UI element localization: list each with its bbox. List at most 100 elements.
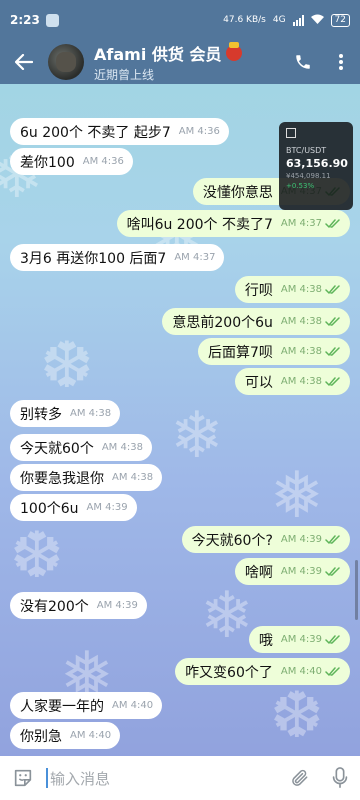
outgoing-message[interactable]: 意思前200个6u AM 4:38 bbox=[162, 308, 350, 335]
status-right: 47.6 KB/s 4G 72 bbox=[223, 13, 350, 27]
message-input-placeholder: 输入消息 bbox=[50, 769, 111, 788]
background-snowflake-icon: ❅ bbox=[270, 459, 324, 533]
status-time: 2:23 bbox=[10, 13, 40, 27]
chat-title: Afami 供货 会员 bbox=[94, 41, 284, 65]
chat-title-block[interactable]: Afami 供货 会员 近期曾上线 bbox=[94, 41, 284, 83]
message-time: AM 4:39 bbox=[280, 534, 322, 545]
read-double-check-icon bbox=[325, 346, 341, 357]
network-type: 4G bbox=[272, 15, 286, 25]
sticker-smile-icon bbox=[14, 769, 32, 787]
emoji-button[interactable] bbox=[0, 756, 46, 800]
message-time: AM 4:38 bbox=[280, 284, 322, 295]
incoming-message[interactable]: 没有200个 AM 4:39 bbox=[10, 592, 147, 619]
message-time: AM 4:36 bbox=[178, 126, 220, 137]
crown-emoji-icon bbox=[226, 42, 243, 61]
message-text: 6u 200个 不卖了 起步7 bbox=[20, 124, 171, 141]
battery-icon: 72 bbox=[330, 13, 350, 27]
incoming-message[interactable]: 今天就60个 AM 4:38 bbox=[10, 434, 152, 461]
read-double-check-icon bbox=[325, 218, 341, 229]
incoming-message[interactable]: 你别急 AM 4:40 bbox=[10, 722, 121, 749]
attach-button[interactable] bbox=[280, 756, 320, 800]
message-text: 没懂你意思 bbox=[202, 184, 273, 201]
status-bar: 2:23 47.6 KB/s 4G 72 bbox=[0, 0, 360, 40]
background-snowflake-icon: ❆ bbox=[10, 519, 64, 593]
message-time: AM 4:37 bbox=[280, 218, 322, 229]
ticker-change: +0.53% bbox=[286, 182, 315, 190]
message-time: AM 4:38 bbox=[101, 442, 143, 453]
message-text: 意思前200个6u bbox=[172, 314, 273, 331]
message-text: 3月6 再送你100 后面7 bbox=[20, 250, 167, 267]
read-double-check-icon bbox=[325, 566, 341, 577]
microphone-icon bbox=[332, 767, 348, 788]
read-double-check-icon bbox=[325, 666, 341, 677]
read-double-check-icon bbox=[325, 534, 341, 545]
call-button[interactable] bbox=[284, 40, 322, 84]
background-snowflake-icon: ❆ bbox=[270, 679, 324, 753]
background-snowflake-icon: ❆ bbox=[40, 329, 94, 403]
read-double-check-icon bbox=[325, 284, 341, 295]
incoming-message[interactable]: 人家要一年的 AM 4:40 bbox=[10, 692, 163, 719]
message-text: 人家要一年的 bbox=[20, 698, 104, 715]
message-text: 差你100 bbox=[20, 154, 75, 171]
ticker-price: 63,156.90 bbox=[286, 157, 348, 170]
message-text: 你别急 bbox=[20, 728, 62, 745]
message-time: AM 4:38 bbox=[112, 472, 154, 483]
outgoing-message[interactable]: 啥啊 AM 4:39 bbox=[234, 558, 350, 585]
incoming-message[interactable]: 100个6u AM 4:39 bbox=[10, 494, 137, 521]
more-vertical-icon bbox=[339, 54, 343, 70]
outgoing-message[interactable]: 咋又变60个了 AM 4:40 bbox=[175, 658, 350, 685]
incoming-message[interactable]: 6u 200个 不卖了 起步7 AM 4:36 bbox=[10, 118, 229, 145]
incoming-message[interactable]: 别转多 AM 4:38 bbox=[10, 400, 121, 427]
ticker-cny-price: ¥454,098.11 bbox=[286, 172, 331, 180]
background-snowflake-icon: ❄ bbox=[200, 579, 254, 653]
read-double-check-icon bbox=[325, 376, 341, 387]
background-snowflake-icon: ❄ bbox=[170, 399, 224, 473]
last-seen-status: 近期曾上线 bbox=[94, 68, 155, 82]
read-double-check-icon bbox=[325, 634, 341, 645]
message-time: AM 4:40 bbox=[280, 666, 322, 677]
outgoing-message[interactable]: 行呗 AM 4:38 bbox=[234, 276, 350, 303]
message-time: AM 4:39 bbox=[96, 600, 138, 611]
wifi-icon bbox=[310, 14, 324, 27]
incoming-message[interactable]: 你要急我退你 AM 4:38 bbox=[10, 464, 163, 491]
btc-price-widget[interactable]: BTC/USDT 63,156.90 ¥454,098.11 +0.53% bbox=[279, 122, 353, 210]
incoming-message[interactable]: 差你100 AM 4:36 bbox=[10, 148, 133, 175]
message-text: 哦 bbox=[258, 632, 273, 649]
avatar[interactable] bbox=[48, 44, 84, 80]
back-arrow-icon[interactable] bbox=[0, 40, 48, 84]
message-text: 没有200个 bbox=[20, 598, 89, 615]
expand-icon[interactable] bbox=[286, 128, 296, 138]
chat-header: Afami 供货 会员 近期曾上线 bbox=[0, 40, 360, 84]
message-time: AM 4:38 bbox=[280, 346, 322, 357]
message-text: 今天就60个 bbox=[20, 440, 94, 457]
incoming-message[interactable]: 3月6 再送你100 后面7 AM 4:37 bbox=[10, 244, 225, 271]
message-time: AM 4:38 bbox=[280, 316, 322, 327]
outgoing-message[interactable]: 今天就60个? AM 4:39 bbox=[181, 526, 350, 553]
message-text: 行呗 bbox=[244, 282, 273, 299]
outgoing-message[interactable]: 后面算7呗 AM 4:38 bbox=[197, 338, 350, 365]
more-menu-button[interactable] bbox=[322, 40, 360, 84]
app-notification-icon bbox=[45, 13, 59, 27]
message-text: 后面算7呗 bbox=[207, 344, 273, 361]
paperclip-icon bbox=[292, 769, 308, 786]
message-input[interactable]: 输入消息 bbox=[46, 768, 280, 789]
message-text: 啥叫6u 200个 不卖了7 bbox=[126, 216, 273, 233]
chat-scrollbar[interactable] bbox=[355, 560, 358, 620]
message-time: AM 4:38 bbox=[70, 408, 112, 419]
message-time: AM 4:39 bbox=[280, 566, 322, 577]
ticker-pair: BTC/USDT bbox=[286, 146, 327, 155]
message-text: 你要急我退你 bbox=[20, 470, 104, 487]
outgoing-message[interactable]: 啥叫6u 200个 不卖了7 AM 4:37 bbox=[116, 210, 350, 237]
composer-bar: 输入消息 bbox=[0, 756, 360, 800]
signal-icon bbox=[292, 14, 304, 26]
outgoing-message[interactable]: 哦 AM 4:39 bbox=[248, 626, 350, 653]
message-time: AM 4:37 bbox=[174, 252, 216, 263]
voice-record-button[interactable] bbox=[320, 756, 360, 800]
message-text: 啥啊 bbox=[244, 564, 273, 581]
text-caret bbox=[46, 768, 48, 788]
message-time: AM 4:39 bbox=[280, 634, 322, 645]
message-time: AM 4:38 bbox=[280, 376, 322, 387]
outgoing-message[interactable]: 可以 AM 4:38 bbox=[234, 368, 350, 395]
message-text: 今天就60个? bbox=[191, 532, 273, 549]
chat-title-text: Afami 供货 会员 bbox=[94, 45, 222, 64]
